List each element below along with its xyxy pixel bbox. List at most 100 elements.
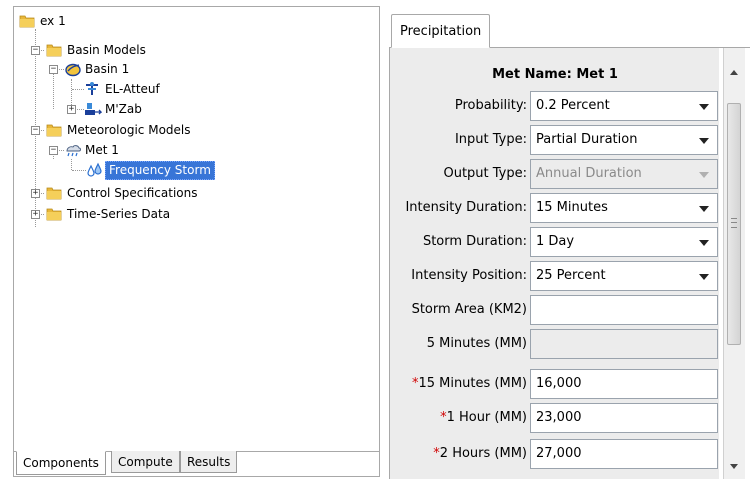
tree-item-label: Control Specifications [67,186,198,200]
probability-label: Probability: [454,98,527,113]
intensity-duration-label: Intensity Duration: [405,200,527,215]
hour1-row: *1 Hour (MM) 23,000 [390,403,720,433]
sink-icon [84,81,100,97]
hour1-field[interactable]: 23,000 [530,403,718,433]
dropdown-arrow-icon [699,206,709,212]
output-type-label: Output Type: [443,166,527,181]
intensity-position-select[interactable]: 25 Percent [530,261,718,291]
min5-row: 5 Minutes (MM) [390,329,720,359]
met-name-heading: Met Name: Met 1 [390,60,720,90]
dropdown-arrow-icon [699,104,709,110]
tree-item-control-specifications[interactable]: Control Specifications [46,183,200,203]
expand-toggle[interactable]: + [31,189,40,198]
probability-row: Probability: 0.2 Percent [390,91,720,121]
tree-item-frequency-storm[interactable]: Frequency Storm [86,160,215,180]
met-name-value: Met 1 [576,67,618,82]
expand-toggle[interactable]: + [67,105,76,114]
collapse-toggle[interactable]: − [31,126,40,135]
input-type-select[interactable]: Partial Duration [530,125,718,155]
collapse-toggle[interactable]: − [49,146,58,155]
met-name-row: Met Name: Met 1 [390,60,720,90]
collapse-toggle[interactable]: − [49,65,58,74]
weather-icon [64,142,81,158]
hour1-label: 1 Hour (MM) [446,410,527,425]
hour1-label-wrap: *1 Hour (MM) [440,403,527,433]
intensity-position-value: 25 Percent [536,268,606,283]
storm-duration-label: Storm Duration: [422,234,527,249]
min15-label-wrap: *15 Minutes (MM) [412,369,527,399]
output-type-row: Output Type: Annual Duration [390,159,720,189]
editor-tab-bar: Precipitation [389,6,750,48]
hour2-row: *2 Hours (MM) 27,000 [390,439,720,469]
min15-label: 15 Minutes (MM) [418,376,527,391]
tab-results[interactable]: Results [180,451,238,473]
tree-item-el-atteuf[interactable]: EL-Atteuf [84,79,162,99]
folder-icon [19,13,35,29]
tree-item-label: Met 1 [85,143,119,157]
tree-item-label: Time-Series Data [67,207,171,221]
tree-item-label: Basin 1 [85,62,130,76]
output-type-value: Annual Duration [536,166,642,181]
tree-item-met-1[interactable]: Met 1 [64,140,121,160]
vertical-scrollbar[interactable] [723,48,745,479]
intensity-position-label: Intensity Position: [411,268,527,283]
expand-toggle[interactable]: + [31,210,40,219]
collapse-toggle[interactable]: − [31,46,40,55]
met-name-label: Met Name: [492,67,572,82]
scrollbar-thumb[interactable] [727,103,741,345]
storm-area-field[interactable] [530,295,718,325]
tree-item-label: Frequency Storm [105,160,215,180]
components-panel: ex 1 − Basin Models − Basin 1 EL-Atteuf … [13,6,380,477]
tree-item-root[interactable]: ex 1 [19,11,68,31]
component-tree: ex 1 − Basin Models − Basin 1 EL-Atteuf … [14,7,379,447]
tree-item-mzab[interactable]: M'Zab [84,99,144,119]
intensity-duration-value: 15 Minutes [536,200,608,215]
tree-item-basin-1[interactable]: Basin 1 [64,59,131,79]
min5-label: 5 Minutes (MM) [426,336,527,351]
folder-icon [46,185,62,201]
subbasin-icon [84,101,103,117]
precipitation-form: Met Name: Met 1 Probability: 0.2 Percent… [389,48,719,479]
dropdown-arrow-icon [699,138,709,144]
tab-components[interactable]: Components [16,451,106,475]
tab-compute[interactable]: Compute [111,451,180,473]
probability-select[interactable]: 0.2 Percent [530,91,718,121]
storm-duration-row: Storm Duration: 1 Day [390,227,720,257]
scroll-down-arrow-icon[interactable] [730,464,738,469]
storm-duration-value: 1 Day [536,234,575,249]
hour2-label-wrap: *2 Hours (MM) [433,439,527,469]
input-type-row: Input Type: Partial Duration [390,125,720,155]
intensity-duration-select[interactable]: 15 Minutes [530,193,718,223]
folder-icon [46,122,62,138]
folder-icon [46,42,62,58]
dropdown-arrow-icon [699,274,709,280]
input-type-label: Input Type: [454,132,527,147]
tree-item-label: Basin Models [67,43,146,57]
dropdown-arrow-icon [699,240,709,246]
tree-item-time-series-data[interactable]: Time-Series Data [46,204,172,224]
tree-item-label: Meteorologic Models [67,123,191,137]
folder-icon [46,206,62,222]
grip-icon [731,218,737,228]
input-type-value: Partial Duration [536,132,638,147]
storm-area-label: Storm Area (KM2) [411,302,527,317]
left-tab-bar: Components Compute Results [14,451,379,476]
min15-row: *15 Minutes (MM) 16,000 [390,369,720,399]
tree-item-label: M'Zab [105,102,142,116]
storm-duration-select[interactable]: 1 Day [530,227,718,257]
tree-item-meteorologic-models[interactable]: Meteorologic Models [46,120,193,140]
tree-item-basin-models[interactable]: Basin Models [46,40,148,60]
probability-value: 0.2 Percent [536,98,610,113]
scroll-up-arrow-icon[interactable] [730,70,738,75]
output-type-select: Annual Duration [530,159,718,189]
tab-precipitation[interactable]: Precipitation [391,14,491,48]
storm-area-row: Storm Area (KM2) [390,295,720,325]
raindrops-icon [86,162,102,178]
hour2-field[interactable]: 27,000 [530,439,718,469]
tree-item-label: EL-Atteuf [105,82,160,96]
intensity-duration-row: Intensity Duration: 15 Minutes [390,193,720,223]
min15-field[interactable]: 16,000 [530,369,718,399]
hour2-label: 2 Hours (MM) [439,446,527,461]
min5-field [530,329,718,359]
editor-panel: Precipitation Met Name: Met 1 Probabilit… [389,6,750,479]
